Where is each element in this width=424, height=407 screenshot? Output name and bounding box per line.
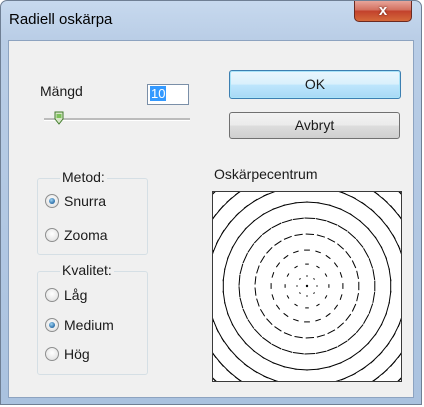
quality-low-radio[interactable] [45, 288, 59, 302]
quality-high-radio[interactable] [45, 347, 59, 361]
quality-medium-radio[interactable] [45, 318, 59, 332]
quality-low-label[interactable]: Låg [64, 287, 87, 303]
amount-input[interactable]: 10 [147, 84, 189, 105]
method-caption: Metod: [60, 169, 107, 185]
method-group [37, 178, 148, 255]
amount-slider-thumb[interactable] [54, 111, 64, 125]
amount-label: Mängd [40, 83, 83, 99]
ok-button[interactable]: OK [229, 70, 401, 99]
method-spin-label[interactable]: Snurra [64, 193, 106, 209]
window-title: Radiell oskärpa [9, 11, 113, 28]
quality-medium-label[interactable]: Medium [64, 317, 114, 333]
amount-value: 10 [150, 86, 167, 101]
quality-high-label[interactable]: Hög [64, 346, 90, 362]
close-icon: x [378, 2, 388, 19]
blur-center-preview[interactable] [212, 191, 402, 382]
method-zoom-radio[interactable] [45, 228, 59, 242]
blur-center-label: Oskärpecentrum [214, 166, 318, 182]
amount-slider-track[interactable] [44, 118, 190, 121]
quality-caption: Kvalitet: [60, 262, 114, 278]
spin-blur-pattern-icon [213, 192, 401, 381]
close-button[interactable]: x [354, 1, 412, 22]
method-zoom-label[interactable]: Zooma [64, 227, 108, 243]
title-bar[interactable]: Radiell oskärpa x [1, 1, 421, 41]
method-spin-radio[interactable] [45, 194, 59, 208]
cancel-button[interactable]: Avbryt [229, 112, 400, 139]
